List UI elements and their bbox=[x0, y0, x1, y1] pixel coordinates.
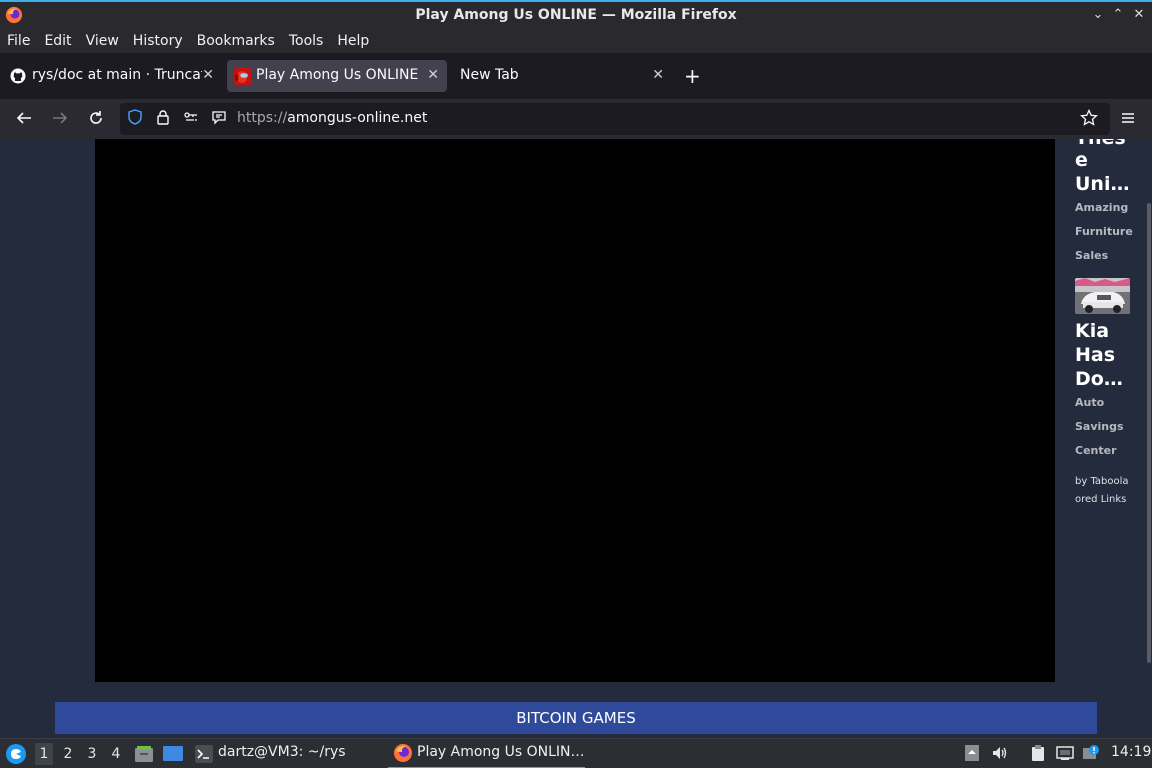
system-taskbar: 1 2 3 4 dartz@VM3: ~/rys Play Among Us O… bbox=[0, 738, 1152, 768]
network-icon[interactable] bbox=[1055, 744, 1075, 764]
workspace-3[interactable]: 3 bbox=[83, 743, 101, 765]
clipboard-icon[interactable] bbox=[1028, 744, 1048, 764]
url-bar[interactable]: https://amongus-online.net bbox=[120, 103, 1110, 135]
github-icon bbox=[10, 68, 26, 84]
url-scheme: https:// bbox=[237, 110, 288, 126]
ad-source-line[interactable]: Savings bbox=[1075, 420, 1124, 433]
lock-icon[interactable] bbox=[153, 109, 173, 129]
tab-among-us[interactable]: Play Among Us ONLINE ✕ bbox=[227, 60, 447, 92]
ad-headline-line[interactable]: Uni… bbox=[1075, 172, 1129, 196]
bookmark-star-icon[interactable] bbox=[1079, 108, 1099, 129]
tracking-shield-icon[interactable] bbox=[125, 109, 145, 129]
game-canvas[interactable] bbox=[95, 139, 1055, 682]
tab-close-icon[interactable]: ✕ bbox=[427, 67, 439, 83]
maximize-button[interactable]: ⌃ bbox=[1110, 7, 1126, 22]
workspace-4[interactable]: 4 bbox=[107, 743, 125, 765]
tab-label: New Tab bbox=[460, 67, 519, 83]
tab-label: rys/doc at main · Truncat bbox=[32, 67, 202, 83]
ad-source-line[interactable]: Auto bbox=[1075, 396, 1104, 409]
reader-comment-icon[interactable] bbox=[209, 109, 229, 129]
file-manager-icon[interactable] bbox=[134, 744, 154, 764]
ad-sidebar: Thes e Uni… Amazing Furniture Sales Kia … bbox=[1063, 139, 1145, 738]
hamburger-menu-icon[interactable] bbox=[1118, 109, 1138, 129]
tab-close-icon[interactable]: ✕ bbox=[202, 67, 214, 83]
workspace-2[interactable]: 2 bbox=[59, 743, 77, 765]
menu-help[interactable]: Help bbox=[337, 33, 369, 49]
url-host: amongus-online.net bbox=[287, 110, 428, 126]
taskbar-terminal[interactable]: dartz@VM3: ~/rys bbox=[218, 744, 346, 760]
ad-source-line[interactable]: Center bbox=[1075, 444, 1117, 457]
url-text[interactable]: https://amongus-online.net bbox=[237, 110, 427, 126]
menu-bar: File Edit View History Bookmarks Tools H… bbox=[0, 29, 1152, 53]
ad-headline-line[interactable]: e bbox=[1075, 148, 1088, 172]
firefox-icon bbox=[394, 744, 412, 762]
permissions-icon[interactable] bbox=[181, 109, 201, 129]
bitcoin-games-banner[interactable]: BITCOIN GAMES bbox=[55, 702, 1097, 734]
tab-github[interactable]: rys/doc at main · Truncat ✕ bbox=[4, 60, 222, 92]
menu-tools[interactable]: Tools bbox=[289, 33, 324, 49]
notification-icon[interactable] bbox=[1081, 744, 1101, 764]
volume-icon[interactable] bbox=[990, 744, 1010, 764]
new-tab-button[interactable]: + bbox=[684, 66, 701, 86]
workspace-1[interactable]: 1 bbox=[35, 743, 53, 765]
menu-bookmarks[interactable]: Bookmarks bbox=[197, 33, 275, 49]
taskbar-firefox-label: Play Among Us ONLIN… bbox=[417, 744, 585, 760]
terminal-icon bbox=[195, 745, 213, 763]
tab-close-icon[interactable]: ✕ bbox=[652, 67, 664, 83]
taboola-attribution[interactable]: by Taboola bbox=[1075, 476, 1129, 487]
menu-edit[interactable]: Edit bbox=[44, 33, 71, 49]
clock[interactable]: 14:19 bbox=[1111, 744, 1151, 760]
tab-new[interactable]: New Tab ✕ bbox=[452, 60, 672, 92]
desktop-icon[interactable] bbox=[162, 744, 184, 764]
among-us-icon bbox=[234, 68, 251, 85]
navigation-bar: https://amongus-online.net bbox=[0, 99, 1152, 139]
sponsored-links-label[interactable]: ored Links bbox=[1075, 494, 1126, 505]
taskbar-firefox[interactable]: Play Among Us ONLIN… bbox=[388, 739, 585, 768]
forward-arrow-icon[interactable] bbox=[50, 109, 70, 129]
ad-source-line[interactable]: Sales bbox=[1075, 249, 1108, 262]
app-launcher-icon[interactable] bbox=[5, 743, 27, 765]
tab-bar: rys/doc at main · Truncat ✕ Play Among U… bbox=[0, 53, 1152, 99]
window-titlebar: Play Among Us ONLINE — Mozilla Firefox ⌄… bbox=[0, 0, 1152, 29]
menu-file[interactable]: File bbox=[7, 33, 30, 49]
page-scrollbar[interactable] bbox=[1147, 203, 1151, 663]
close-window-button[interactable]: ✕ bbox=[1131, 7, 1147, 22]
page-content: Thes e Uni… Amazing Furniture Sales Kia … bbox=[0, 139, 1152, 738]
ad-headline-line[interactable]: Do… bbox=[1075, 367, 1123, 391]
minimize-button[interactable]: ⌄ bbox=[1090, 7, 1106, 22]
window-title: Play Among Us ONLINE — Mozilla Firefox bbox=[415, 7, 737, 23]
ad-source-line[interactable]: Furniture bbox=[1075, 225, 1133, 238]
ad-thumbnail-car[interactable] bbox=[1075, 278, 1130, 314]
tab-label: Play Among Us ONLINE bbox=[256, 67, 419, 83]
back-arrow-icon[interactable] bbox=[14, 109, 34, 129]
menu-history[interactable]: History bbox=[133, 33, 183, 49]
reload-icon[interactable] bbox=[86, 109, 106, 129]
ad-headline-line[interactable]: Kia bbox=[1075, 319, 1109, 343]
tray-expand-icon[interactable] bbox=[962, 744, 982, 764]
menu-view[interactable]: View bbox=[86, 33, 119, 49]
ad-headline-line[interactable]: Has bbox=[1075, 343, 1115, 367]
ad-source-line[interactable]: Amazing bbox=[1075, 201, 1128, 214]
